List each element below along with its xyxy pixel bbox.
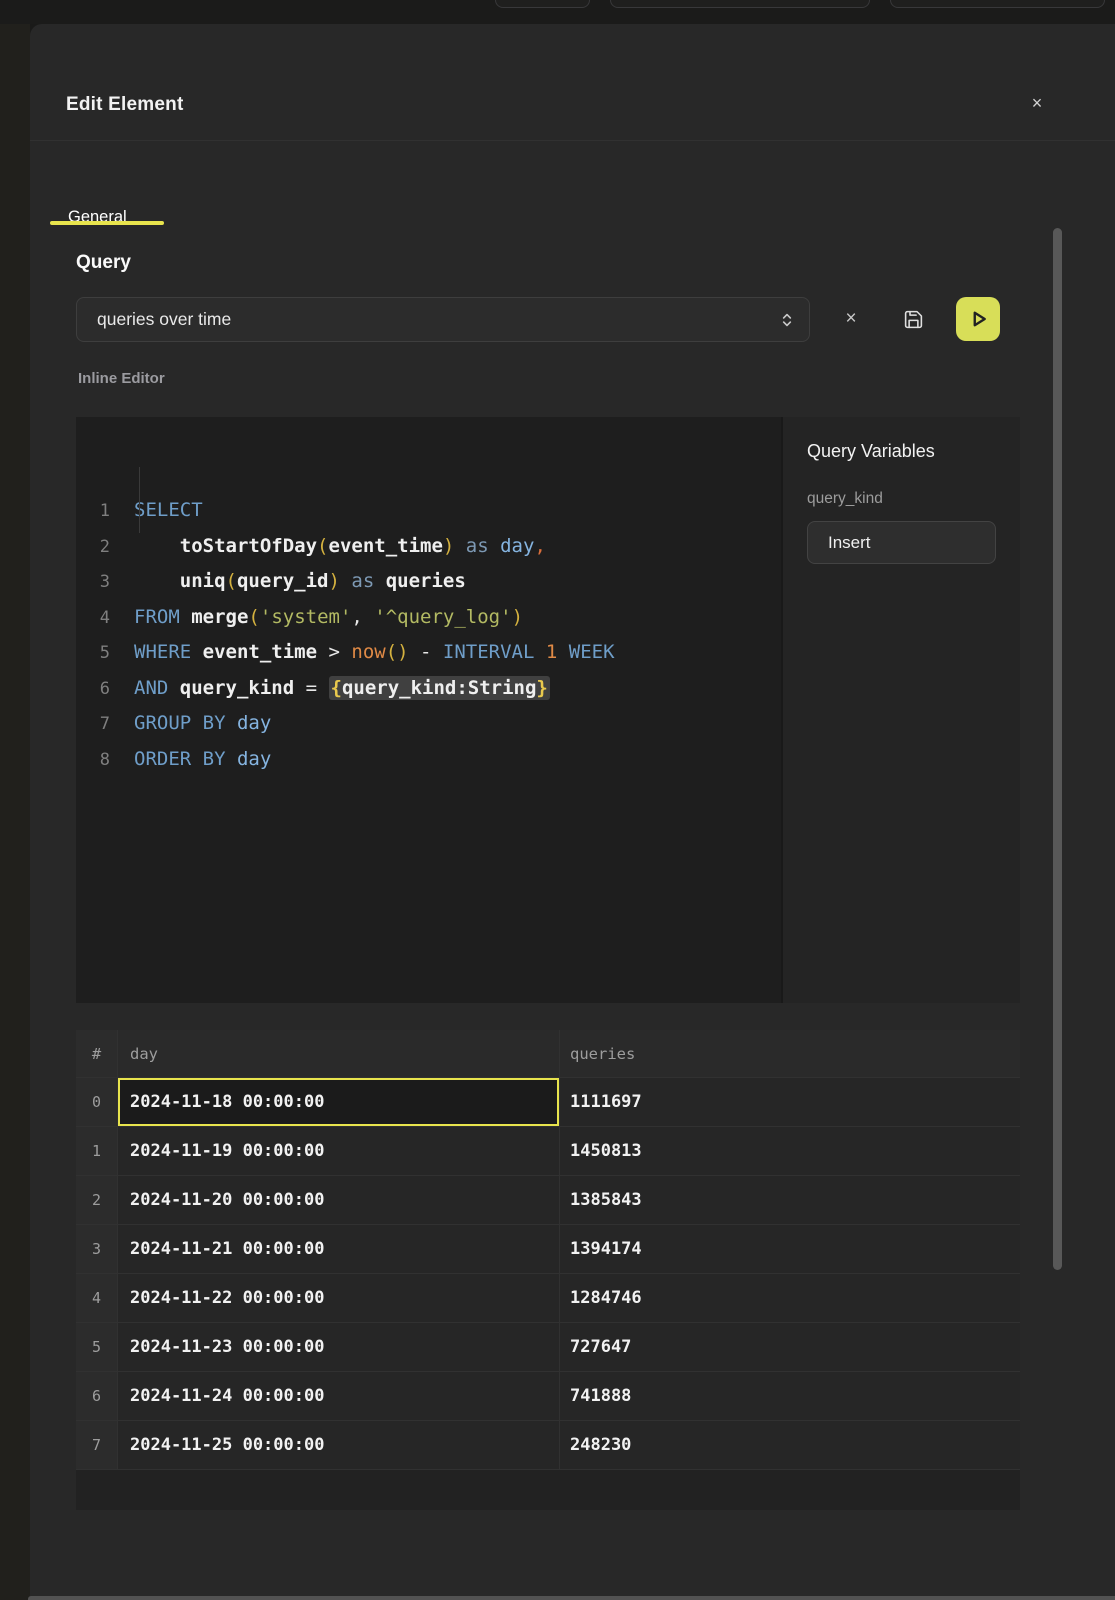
row-index-cell[interactable]: 7 xyxy=(76,1421,118,1470)
table-row: 32024-11-21 00:00:001394174 xyxy=(76,1225,1020,1274)
code-line[interactable]: 6 AND query_kind = {query_kind:String} xyxy=(76,671,781,707)
line-number: 7 xyxy=(76,707,110,743)
query-select[interactable]: queries over time xyxy=(76,297,810,342)
day-column-header[interactable]: day xyxy=(118,1030,560,1078)
day-cell[interactable]: 2024-11-18 00:00:00 xyxy=(118,1078,560,1127)
queries-cell[interactable]: 1450813 xyxy=(560,1127,1020,1176)
inline-editor-label: Inline Editor xyxy=(78,370,165,387)
queries-column-header[interactable]: queries xyxy=(560,1030,1020,1078)
row-index-cell[interactable]: 4 xyxy=(76,1274,118,1323)
table-body: 02024-11-18 00:00:00111169712024-11-19 0… xyxy=(76,1078,1020,1470)
sql-editor: 1 SELECT 2 toStartOfDay(event_time) as day… xyxy=(76,417,1020,1003)
variable-name-label: query_kind xyxy=(807,490,996,508)
table-row: 72024-11-25 00:00:00248230 xyxy=(76,1421,1020,1470)
row-index-header[interactable]: # xyxy=(76,1030,118,1078)
code-text: WHERE event_time > now() - INTERVAL 1 WE… xyxy=(134,641,615,663)
dialog-title: Edit Element xyxy=(66,94,183,116)
queries-cell[interactable]: 1394174 xyxy=(560,1225,1020,1274)
table-row: 12024-11-19 00:00:001450813 xyxy=(76,1127,1020,1176)
code-line[interactable]: 2 toStartOfDay(event_time) as day, xyxy=(76,529,781,565)
active-tab-indicator xyxy=(50,221,164,225)
table-row: 62024-11-24 00:00:00741888 xyxy=(76,1372,1020,1421)
results-table: #dayqueries02024-11-18 00:00:00111169712… xyxy=(76,1030,1020,1510)
day-cell[interactable]: 2024-11-21 00:00:00 xyxy=(118,1225,560,1274)
background-button xyxy=(495,0,590,8)
table-footer xyxy=(76,1470,1020,1510)
day-cell[interactable]: 2024-11-25 00:00:00 xyxy=(118,1421,560,1470)
row-index-cell[interactable]: 5 xyxy=(76,1323,118,1372)
code-line[interactable]: 4 FROM merge('system', '^query_log') xyxy=(76,600,781,636)
table-row: 02024-11-18 00:00:001111697 xyxy=(76,1078,1020,1127)
day-cell[interactable]: 2024-11-23 00:00:00 xyxy=(118,1323,560,1372)
queries-cell[interactable]: 1111697 xyxy=(560,1078,1020,1127)
run-query-button[interactable] xyxy=(956,297,1000,341)
code-line[interactable]: 7 GROUP BY day xyxy=(76,706,781,742)
day-cell[interactable]: 2024-11-24 00:00:00 xyxy=(118,1372,560,1421)
clear-query-icon[interactable]: × xyxy=(836,304,866,334)
query-variable-token: {query_kind:String} xyxy=(329,676,550,700)
code-line[interactable]: 5 WHERE event_time > now() - INTERVAL 1 W… xyxy=(76,635,781,671)
close-icon[interactable]: × xyxy=(1022,88,1052,118)
code-line[interactable]: 8 ORDER BY day xyxy=(76,742,781,778)
queries-cell[interactable]: 1385843 xyxy=(560,1176,1020,1225)
chevron-up-down-icon xyxy=(777,310,797,330)
play-icon xyxy=(965,306,991,332)
line-number: 2 xyxy=(76,530,110,566)
query-variables-panel: Query Variables query_kind Insert xyxy=(781,417,1020,1003)
line-number: 6 xyxy=(76,672,110,708)
header-divider xyxy=(30,140,1115,141)
day-cell[interactable]: 2024-11-20 00:00:00 xyxy=(118,1176,560,1225)
query-variables-title: Query Variables xyxy=(807,441,996,462)
background-page-toolbar xyxy=(0,0,1115,24)
day-cell[interactable]: 2024-11-19 00:00:00 xyxy=(118,1127,560,1176)
day-cell[interactable]: 2024-11-22 00:00:00 xyxy=(118,1274,560,1323)
edit-element-dialog: Edit Element × General Query queries ove… xyxy=(30,24,1115,1600)
line-number: 3 xyxy=(76,565,110,601)
line-number: 8 xyxy=(76,743,110,779)
line-number: 1 xyxy=(76,494,110,530)
table-row: 42024-11-22 00:00:001284746 xyxy=(76,1274,1020,1323)
code-line[interactable]: 1 SELECT xyxy=(76,493,781,529)
table-row: 22024-11-20 00:00:001385843 xyxy=(76,1176,1020,1225)
queries-cell[interactable]: 248230 xyxy=(560,1421,1020,1470)
table-header-row: #dayqueries xyxy=(76,1030,1020,1078)
code-text: AND query_kind = {query_kind:String} xyxy=(134,677,550,699)
code-text: toStartOfDay(event_time) as day, xyxy=(134,535,546,557)
row-index-cell[interactable]: 6 xyxy=(76,1372,118,1421)
code-text: SELECT xyxy=(134,499,203,521)
background-button xyxy=(890,0,1105,8)
background-panel-edge xyxy=(28,1596,1115,1600)
queries-cell[interactable]: 741888 xyxy=(560,1372,1020,1421)
code-text: ORDER BY day xyxy=(134,748,271,770)
code-line[interactable]: 3 uniq(query_id) as queries xyxy=(76,564,781,600)
row-index-cell[interactable]: 1 xyxy=(76,1127,118,1176)
query-section-heading: Query xyxy=(76,252,131,274)
insert-variable-button[interactable]: Insert xyxy=(807,521,996,564)
page-background-edge xyxy=(0,24,30,1600)
save-icon[interactable] xyxy=(898,304,928,334)
code-area[interactable]: 1 SELECT 2 toStartOfDay(event_time) as day… xyxy=(76,417,781,1003)
row-index-cell[interactable]: 2 xyxy=(76,1176,118,1225)
queries-cell[interactable]: 727647 xyxy=(560,1323,1020,1372)
line-number: 5 xyxy=(76,636,110,672)
indent-guide xyxy=(139,467,140,533)
table-row: 52024-11-23 00:00:00727647 xyxy=(76,1323,1020,1372)
code-text: FROM merge('system', '^query_log') xyxy=(134,606,523,628)
query-select-value: queries over time xyxy=(97,309,231,330)
dialog-scrollbar[interactable] xyxy=(1053,228,1062,1270)
code-text: uniq(query_id) as queries xyxy=(134,570,466,592)
row-index-cell[interactable]: 3 xyxy=(76,1225,118,1274)
background-button xyxy=(610,0,870,8)
code-text: GROUP BY day xyxy=(134,712,271,734)
row-index-cell[interactable]: 0 xyxy=(76,1078,118,1127)
queries-cell[interactable]: 1284746 xyxy=(560,1274,1020,1323)
line-number: 4 xyxy=(76,601,110,637)
